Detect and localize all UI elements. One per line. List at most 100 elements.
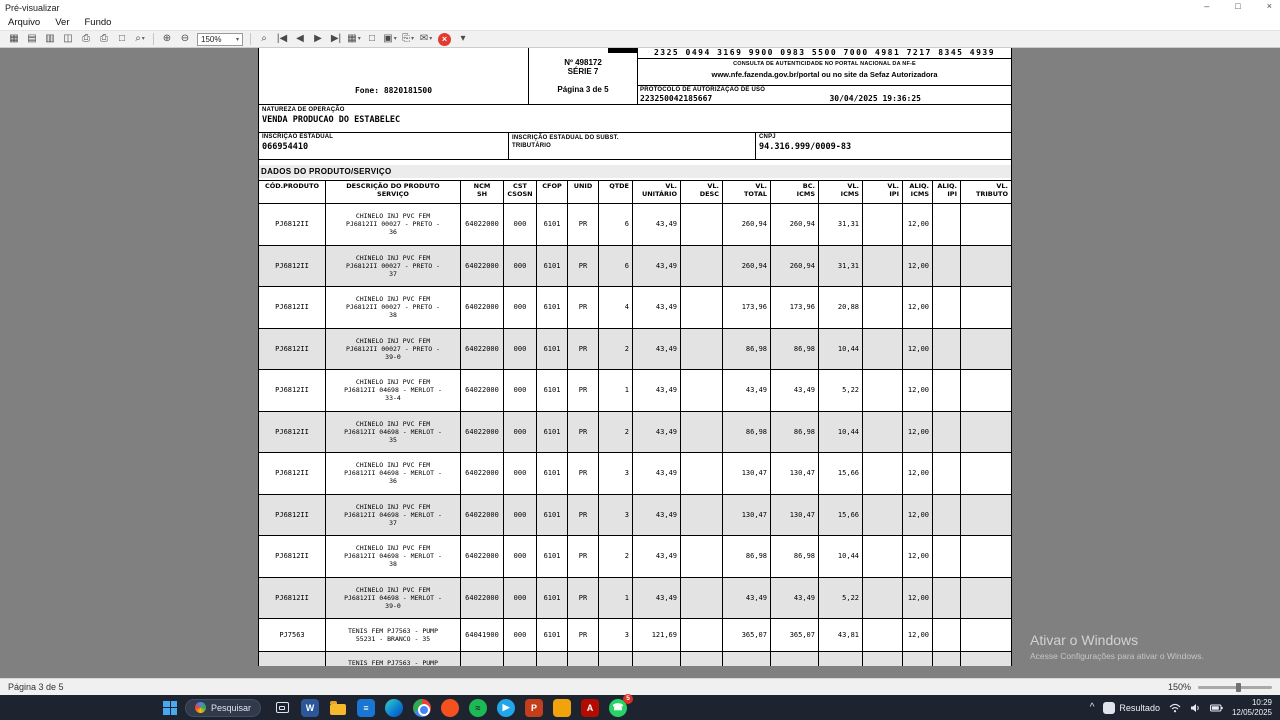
table-cell: 5,22 — [819, 370, 863, 412]
more-icon[interactable]: ▾ — [455, 32, 471, 47]
table-cell: 000 — [504, 412, 537, 454]
invoice-number: Nº 498172 — [529, 58, 637, 67]
brave-icon[interactable] — [440, 698, 460, 718]
menu-ver[interactable]: Ver — [55, 17, 69, 28]
prev-page-icon[interactable]: ◀ — [292, 32, 308, 47]
edge-icon[interactable] — [384, 698, 404, 718]
table-cell — [961, 536, 1011, 578]
table-cell: CHINELO INJ PVC FEM PJ6812II 00027 - PRE… — [326, 287, 461, 329]
zoom-control[interactable]: 150% — [1168, 682, 1272, 692]
zoom-select[interactable]: 150%▾ — [197, 33, 243, 46]
column-header: VL. IPI — [863, 181, 903, 204]
zoom-slider[interactable] — [1198, 686, 1272, 689]
print-setup-icon[interactable]: ⎙ — [96, 32, 112, 47]
tray-chevron-icon[interactable]: ^ — [1090, 702, 1095, 713]
column-header: ALIQ. IPI — [933, 181, 961, 204]
table-cell — [863, 329, 903, 371]
table-cell: 260,94 — [723, 246, 771, 288]
table-cell: 260,94 — [771, 246, 819, 288]
outlook-icon[interactable]: ≡ — [356, 698, 376, 718]
table-cell — [961, 495, 1011, 537]
table-cell — [961, 329, 1011, 371]
amber-app-icon[interactable] — [552, 698, 572, 718]
acrobat-icon[interactable]: A — [580, 698, 600, 718]
zoom-slider-thumb[interactable] — [1236, 683, 1241, 692]
table-cell — [863, 536, 903, 578]
taskbar-search[interactable]: Pesquisar — [185, 699, 261, 717]
whatsapp-icon[interactable]: ☎5 — [608, 698, 628, 718]
table-cell: 43,49 — [723, 578, 771, 620]
battery-icon[interactable] — [1210, 704, 1223, 712]
table-cell — [681, 619, 723, 652]
zoom-in-icon[interactable]: ⊕ — [159, 32, 175, 47]
last-page-icon[interactable]: ▶| — [328, 32, 344, 47]
table-cell: 12,00 — [903, 204, 933, 246]
spotify-icon[interactable]: ≈ — [468, 698, 488, 718]
zoom-tool-icon[interactable]: ⌕ — [256, 32, 272, 47]
table-cell: 260,94 — [723, 204, 771, 246]
table-cell — [537, 652, 568, 666]
email-icon[interactable]: ✉▾ — [418, 32, 434, 47]
table-cell: PJ6812II — [259, 495, 326, 537]
table-cell: PJ6812II — [259, 578, 326, 620]
table-cell: 64022000 — [461, 329, 504, 371]
multi-page-icon[interactable]: ▣▾ — [382, 32, 398, 47]
wifi-icon[interactable] — [1169, 703, 1181, 713]
column-header: CFOP — [537, 181, 568, 204]
table-cell: 12,00 — [903, 246, 933, 288]
tray-widget[interactable]: Resultado — [1103, 702, 1160, 714]
close-preview-icon[interactable]: × — [438, 33, 451, 46]
find-icon[interactable]: ⌕▾ — [132, 32, 148, 47]
table-cell: 000 — [504, 204, 537, 246]
single-page-icon[interactable]: □ — [364, 32, 380, 47]
save-icon[interactable]: ◫ — [60, 32, 76, 47]
table-cell: 12,00 — [903, 329, 933, 371]
table-cell: PJ6812II — [259, 246, 326, 288]
table-cell — [933, 495, 961, 537]
column-header: CST CSOSN — [504, 181, 537, 204]
table-cell: 43,49 — [771, 370, 819, 412]
watermark-subtitle: Acesse Configurações para ativar o Windo… — [1030, 651, 1204, 661]
chrome-icon[interactable] — [412, 698, 432, 718]
table-cell: 64022000 — [461, 204, 504, 246]
file-explorer-icon[interactable] — [328, 698, 348, 718]
design-icon[interactable]: ▥ — [42, 32, 58, 47]
task-view-icon[interactable] — [272, 698, 292, 718]
menu-fundo[interactable]: Fundo — [84, 17, 111, 28]
print-icon[interactable]: ⎙ — [78, 32, 94, 47]
word-icon[interactable]: W — [300, 698, 320, 718]
menu-arquivo[interactable]: Arquivo — [8, 17, 40, 28]
start-button[interactable] — [163, 701, 177, 715]
table-cell: PJ6812II — [259, 453, 326, 495]
page-layout-icon[interactable]: ▦▾ — [346, 32, 362, 47]
first-page-icon[interactable]: |◀ — [274, 32, 290, 47]
table-cell — [681, 536, 723, 578]
powerpoint-icon[interactable]: P — [524, 698, 544, 718]
zoom-out-icon[interactable]: ⊖ — [177, 32, 193, 47]
page-setup-icon[interactable]: □ — [114, 32, 130, 47]
table-row: PJ6812IICHINELO INJ PVC FEM PJ6812II 046… — [259, 536, 1011, 578]
table-cell: PR — [568, 536, 599, 578]
table-cell: CHINELO INJ PVC FEM PJ6812II 00027 - PRE… — [326, 204, 461, 246]
table-row: PJ6812IICHINELO INJ PVC FEM PJ6812II 046… — [259, 370, 1011, 412]
table-cell: 64022000 — [461, 536, 504, 578]
table-cell — [681, 246, 723, 288]
export-icon[interactable]: ⎘▾ — [400, 32, 416, 47]
protocol-label: PROTOCOLO DE AUTORIZAÇÃO DE USO — [640, 87, 1009, 93]
minimize-button[interactable]: – — [1204, 1, 1209, 11]
table-cell: 15,66 — [819, 453, 863, 495]
table-row: PJ6812IICHINELO INJ PVC FEM PJ6812II 046… — [259, 453, 1011, 495]
maximize-button[interactable]: □ — [1235, 1, 1240, 11]
next-page-icon[interactable]: ▶ — [310, 32, 326, 47]
table-cell: PR — [568, 453, 599, 495]
search-placeholder: Pesquisar — [211, 703, 251, 713]
open-icon[interactable]: ▤ — [24, 32, 40, 47]
table-cell: 6 — [599, 246, 633, 288]
volume-icon[interactable] — [1190, 703, 1201, 713]
taskbar-clock[interactable]: 10:29 12/05/2025 — [1232, 698, 1272, 717]
close-button[interactable]: × — [1267, 1, 1272, 11]
table-cell: 15,66 — [819, 495, 863, 537]
select-table-icon[interactable]: ▦ — [6, 32, 22, 47]
media-player-icon[interactable]: ▶ — [496, 698, 516, 718]
table-cell — [681, 453, 723, 495]
